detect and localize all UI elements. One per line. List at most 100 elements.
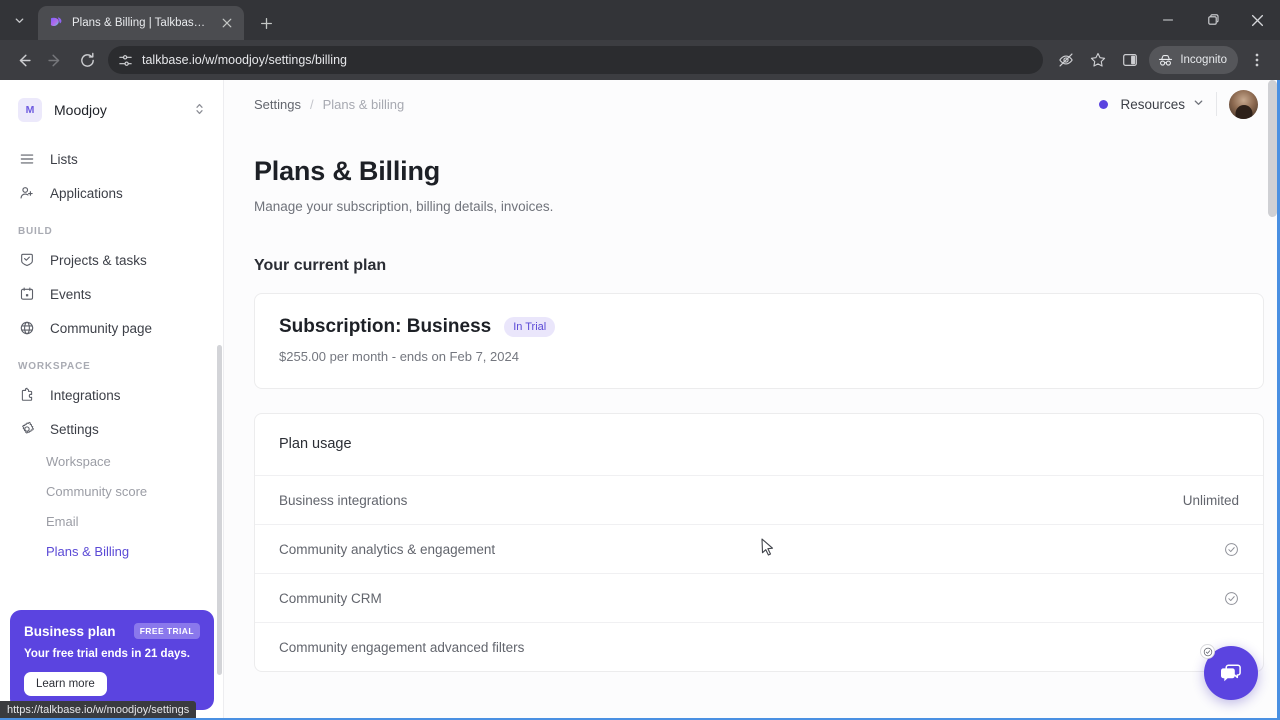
forward-button-icon[interactable]	[40, 45, 70, 75]
circle-check-icon	[1224, 591, 1239, 606]
trial-promo-card: Business plan FREE TRIAL Your free trial…	[10, 610, 214, 710]
circle-check-icon	[1224, 542, 1239, 557]
resources-menu[interactable]: Resources	[1120, 97, 1204, 112]
browser-window: Plans & Billing | Talkbase.io talkbase.i…	[0, 0, 1280, 720]
incognito-indicator[interactable]: Incognito	[1149, 46, 1238, 74]
plan-usage-card: Plan usage Business integrations Unlimit…	[254, 413, 1264, 672]
sidebar-item-label: Applications	[50, 185, 123, 201]
incognito-hat-icon	[1157, 52, 1174, 69]
window-close-button[interactable]	[1235, 0, 1280, 40]
breadcrumb: Settings / Plans & billing	[254, 97, 1089, 112]
sidebar-item-label: Settings	[50, 421, 99, 437]
usage-label: Community engagement advanced filters	[279, 639, 525, 655]
window-controls	[1145, 0, 1280, 40]
page-title: Plans & Billing	[254, 156, 441, 186]
sidebar-subitem-community-score[interactable]: Community score	[10, 476, 213, 506]
new-tab-button[interactable]	[252, 9, 280, 37]
status-dot-icon	[1099, 99, 1109, 109]
trial-card-title: Business plan	[24, 623, 116, 639]
sidebar-item-lists[interactable]: Lists	[10, 142, 213, 176]
address-bar[interactable]: talkbase.io/w/moodjoy/settings/billing	[108, 46, 1044, 74]
incognito-label: Incognito	[1180, 54, 1227, 66]
free-trial-badge: FREE TRIAL	[133, 623, 200, 639]
workspace-switcher[interactable]: M Moodjoy	[10, 88, 213, 132]
avatar[interactable]	[1229, 89, 1258, 119]
window-minimize-button[interactable]	[1145, 0, 1190, 40]
sidebar-section-build: BUILD	[18, 226, 53, 237]
user-plus-icon	[18, 184, 36, 202]
sidebar-subitem-label: Email	[46, 513, 79, 529]
tab-strip: Plans & Billing | Talkbase.io	[0, 0, 1280, 40]
tab-search-chevron-icon[interactable]	[6, 7, 32, 33]
content-topbar: Settings / Plans & billing Resources	[224, 80, 1280, 128]
status-bar-url: https://talkbase.io/w/moodjoy/settings	[0, 701, 197, 720]
tab-title: Plans & Billing | Talkbase.io	[72, 17, 210, 29]
subscription-title: Subscription: Business	[279, 316, 492, 337]
sidebar: M Moodjoy Lists Applications BUILD Proje…	[0, 80, 224, 720]
chat-status-badge-icon	[1200, 644, 1215, 659]
status-badge: In Trial	[504, 317, 556, 337]
content-body: Plans & Billing Manage your subscription…	[224, 128, 1280, 672]
back-button-icon[interactable]	[8, 45, 38, 75]
sidebar-scrollbar[interactable]	[217, 345, 222, 675]
mouse-cursor	[761, 538, 774, 556]
subscription-card: Subscription: Business In Trial $255.00 …	[254, 293, 1264, 389]
resources-label: Resources	[1120, 96, 1185, 112]
bookmark-star-icon[interactable]	[1083, 45, 1113, 75]
main-content: Settings / Plans & billing Resources Pla…	[224, 80, 1280, 720]
sidebar-item-applications[interactable]: Applications	[10, 176, 213, 210]
sidebar-item-community-page[interactable]: Community page	[10, 311, 213, 345]
gear-icon	[18, 420, 36, 438]
sidebar-section-workspace: WORKSPACE	[18, 361, 91, 372]
puzzle-icon	[18, 386, 36, 404]
calendar-icon	[18, 285, 36, 303]
window-maximize-button[interactable]	[1190, 0, 1235, 40]
globe-icon	[18, 319, 36, 337]
subscription-title-row: Subscription: Business In Trial	[279, 316, 1239, 338]
eye-slash-icon[interactable]	[1051, 45, 1081, 75]
usage-label: Community CRM	[279, 590, 382, 606]
tab-search-area	[0, 0, 38, 40]
sidebar-item-label: Lists	[50, 151, 78, 167]
sidebar-item-settings[interactable]: Settings	[10, 412, 213, 446]
sidebar-nav: Lists Applications BUILD Projects & task…	[0, 138, 223, 566]
updown-chevron-icon[interactable]	[194, 102, 205, 119]
page-scrollbar[interactable]	[1268, 80, 1277, 217]
site-settings-icon[interactable]	[118, 53, 133, 68]
topbar-actions: Resources	[1099, 89, 1258, 119]
toolbar-actions: Incognito	[1051, 45, 1272, 75]
address-bar-url: talkbase.io/w/moodjoy/settings/billing	[142, 53, 347, 67]
reload-button-icon[interactable]	[72, 45, 102, 75]
sidebar-item-label: Integrations	[50, 387, 121, 403]
page-viewport: M Moodjoy Lists Applications BUILD Proje…	[0, 80, 1280, 720]
sidebar-item-projects-tasks[interactable]: Projects & tasks	[10, 243, 213, 277]
side-panel-icon[interactable]	[1115, 45, 1145, 75]
task-check-icon	[18, 251, 36, 269]
sidebar-subitem-label: Community score	[46, 483, 148, 499]
chat-launcher[interactable]	[1200, 644, 1258, 700]
usage-label: Business integrations	[279, 492, 408, 508]
browser-menu-icon[interactable]	[1242, 45, 1272, 75]
learn-more-button[interactable]: Learn more	[24, 672, 107, 696]
sidebar-item-events[interactable]: Events	[10, 277, 213, 311]
sidebar-item-integrations[interactable]: Integrations	[10, 378, 213, 412]
sidebar-subitem-label: Plans & Billing	[46, 543, 130, 559]
table-row: Community analytics & engagement	[255, 524, 1263, 573]
list-icon	[18, 150, 36, 168]
plan-usage-heading: Plan usage	[279, 436, 352, 452]
breadcrumb-separator: /	[309, 96, 314, 112]
tab-close-icon[interactable]	[218, 14, 236, 32]
sidebar-subitem-label: Workspace	[46, 453, 111, 469]
subscription-meta: $255.00 per month - ends on Feb 7, 2024	[279, 349, 519, 364]
sidebar-subitem-workspace[interactable]: Workspace	[10, 446, 213, 476]
sidebar-item-label: Community page	[50, 320, 153, 336]
sidebar-subitem-email[interactable]: Email	[10, 506, 213, 536]
table-row: Community engagement advanced filters	[255, 622, 1263, 671]
table-row: Community CRM	[255, 573, 1263, 622]
browser-tab[interactable]: Plans & Billing | Talkbase.io	[38, 6, 244, 40]
sidebar-subitem-plans-billing[interactable]: Plans & Billing	[10, 536, 213, 566]
breadcrumb-parent[interactable]: Settings	[254, 97, 301, 112]
talkbase-logo-icon	[48, 15, 64, 31]
sidebar-item-label: Projects & tasks	[50, 252, 147, 268]
current-plan-heading: Your current plan	[254, 257, 387, 274]
